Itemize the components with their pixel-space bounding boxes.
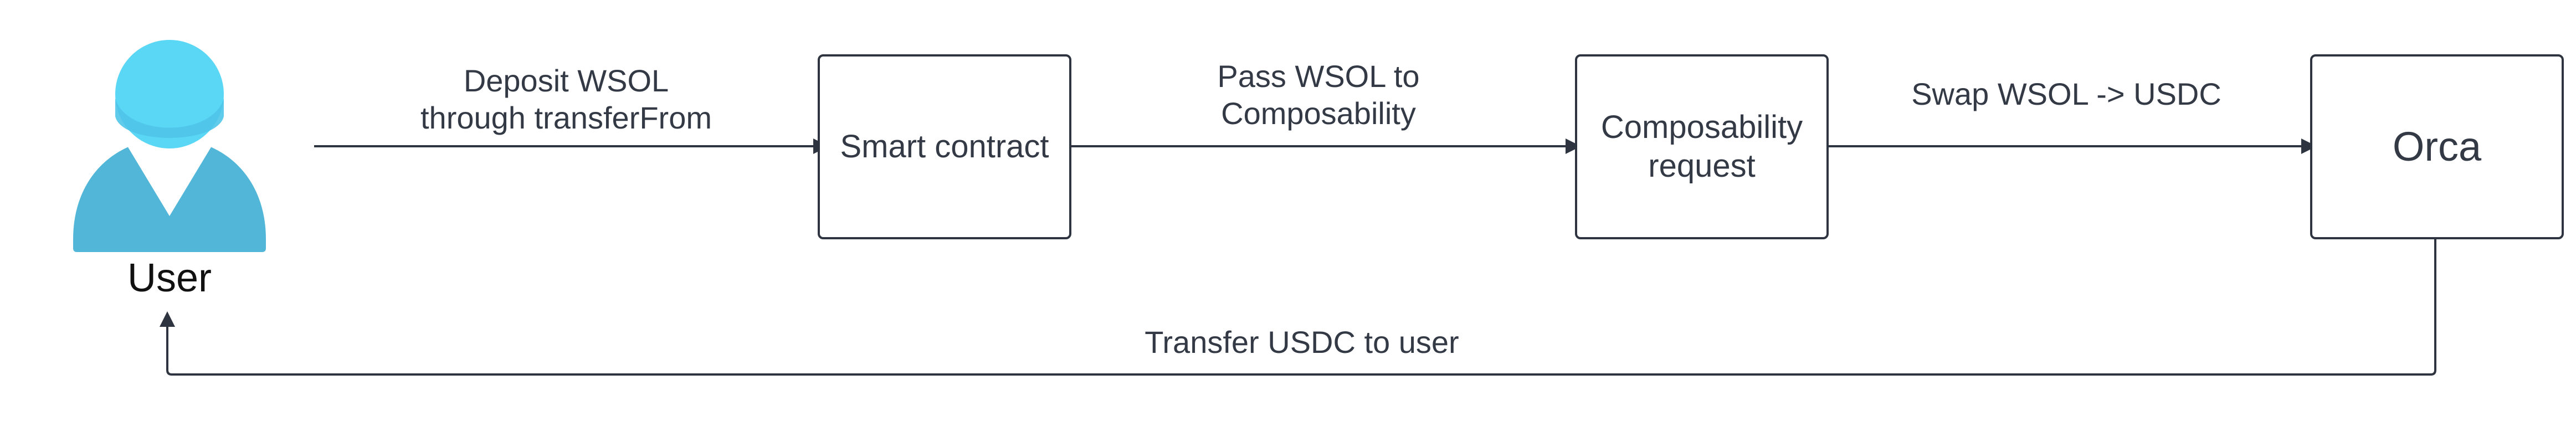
user-icon bbox=[73, 40, 266, 252]
orca-node: Orca bbox=[2310, 54, 2564, 239]
composability-request-label: Composability request bbox=[1601, 108, 1803, 185]
deposit-wsol-label-line-1: Deposit WSOL bbox=[463, 63, 669, 98]
swap-wsol-label-line: Swap WSOL -> USDC bbox=[1911, 76, 2221, 111]
composability-request-label-line-1: Composability bbox=[1600, 109, 1803, 146]
pass-wsol-label-line-1: Pass WSOL to bbox=[1217, 59, 1420, 94]
arrowhead-orca-to-user bbox=[160, 311, 175, 327]
orca-label: Orca bbox=[2392, 123, 2482, 170]
pass-wsol-label: Pass WSOL to Composability bbox=[1180, 58, 1457, 132]
flow-diagram: Smart contract Composability request Orc… bbox=[0, 0, 2576, 426]
smart-contract-node: Smart contract bbox=[818, 54, 1071, 239]
user-label: User bbox=[127, 256, 212, 300]
swap-wsol-label: Swap WSOL -> USDC bbox=[1872, 75, 2260, 112]
composability-request-label-line-2: request bbox=[1648, 148, 1756, 184]
pass-wsol-label-line-2: Composability bbox=[1221, 96, 1416, 131]
deposit-wsol-label: Deposit WSOL through transferFrom bbox=[408, 62, 724, 136]
smart-contract-label: Smart contract bbox=[840, 129, 1049, 165]
composability-request-node: Composability request bbox=[1575, 54, 1829, 239]
deposit-wsol-label-line-2: through transferFrom bbox=[420, 100, 712, 136]
transfer-usdc-label: Transfer USDC to user bbox=[1108, 324, 1496, 361]
transfer-usdc-label-line: Transfer USDC to user bbox=[1145, 325, 1459, 360]
